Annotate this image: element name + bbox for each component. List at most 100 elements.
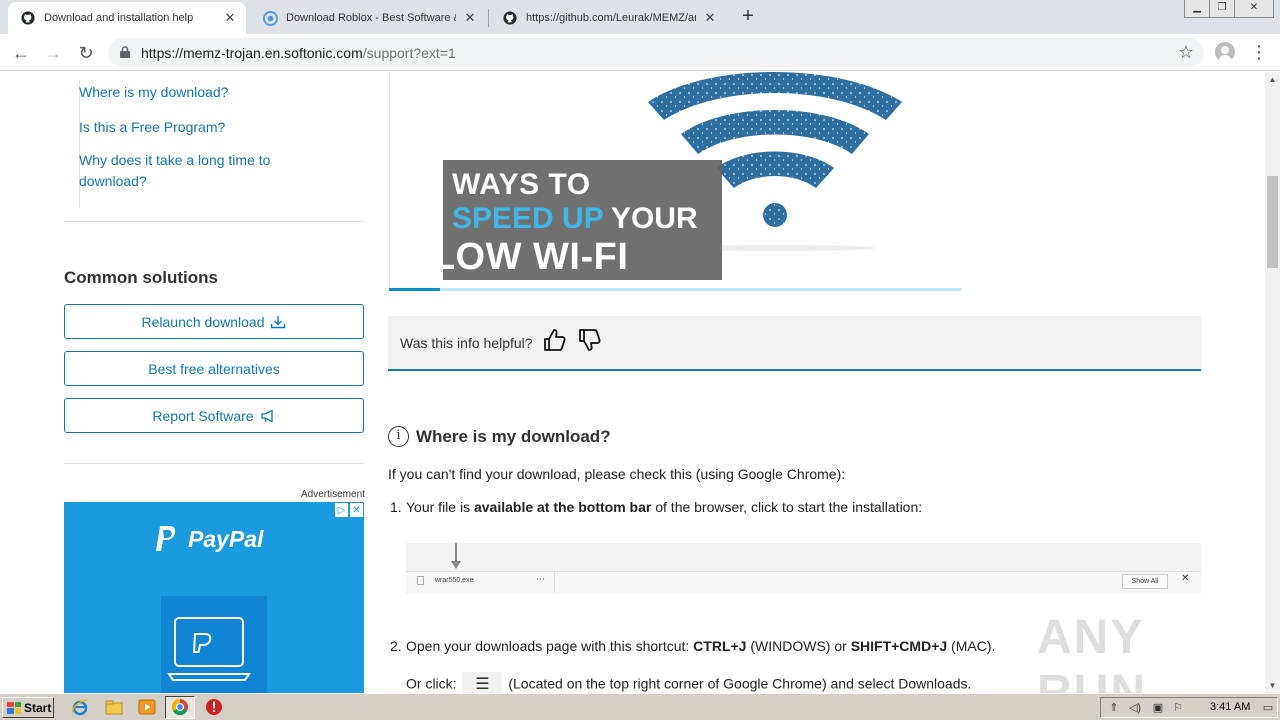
- reload-icon[interactable]: ↻: [75, 42, 97, 64]
- tab-close-icon[interactable]: ✕: [702, 10, 718, 26]
- step-2b-text: Or click: ☰ (Located on the top right co…: [406, 672, 971, 693]
- paypal-logo: PayPal: [154, 525, 263, 553]
- megaphone-icon: [260, 408, 273, 423]
- advertisement-label: Advertisement: [301, 489, 365, 500]
- sidebar-link-free-program[interactable]: Is this a Free Program?: [79, 117, 225, 138]
- relaunch-download-button[interactable]: Relaunch download: [64, 304, 364, 339]
- info-icon: i: [388, 426, 409, 447]
- video-progress-fill: [389, 288, 441, 291]
- start-button[interactable]: Start: [2, 697, 54, 718]
- download-strip: [406, 571, 1201, 594]
- report-software-button[interactable]: Report Software: [64, 398, 364, 433]
- divider: [64, 221, 364, 222]
- bookmark-star-icon[interactable]: ☆: [1178, 42, 1194, 63]
- close-icon: ✕: [1181, 573, 1190, 584]
- step-1-number: 1.: [390, 499, 402, 515]
- tab-download-roblox[interactable]: Download Roblox - Best Software & ✕: [250, 2, 486, 34]
- video-thumbnail[interactable]: WAYS TO SPEED UP YOUR SLOW WI-FI: [389, 72, 961, 290]
- divider: [64, 463, 364, 464]
- profile-avatar[interactable]: [1215, 42, 1235, 62]
- url-text: https://memz-trojan.en.softonic.com/supp…: [141, 45, 456, 61]
- menu-dots-icon[interactable]: ⋮: [1250, 41, 1268, 63]
- tab-separator: [488, 9, 489, 27]
- page-content: Where is my download? Is this a Free Pro…: [0, 72, 1265, 693]
- chrome-icon[interactable]: [171, 698, 189, 716]
- hero-line-1: WAYS TO: [452, 168, 591, 201]
- adchoices-icon[interactable]: ▷ ✕: [334, 502, 364, 518]
- github-icon: [20, 10, 36, 26]
- thumbs-up-icon[interactable]: [542, 327, 568, 353]
- internet-explorer-icon[interactable]: [71, 698, 89, 716]
- taskbar-clock: 3:41 AM: [1210, 701, 1251, 713]
- sidebar-link-where-download[interactable]: Where is my download?: [79, 82, 228, 103]
- common-solutions-heading: Common solutions: [64, 268, 218, 287]
- step-2-key-mac: SHIFT+CMD+J: [850, 638, 948, 654]
- relaunch-label: Relaunch download: [141, 313, 265, 330]
- address-bar[interactable]: https://memz-trojan.en.softonic.com/supp…: [108, 38, 1204, 67]
- anyrun-watermark: ANY RUN: [1037, 611, 1147, 693]
- start-label: Start: [24, 700, 52, 715]
- url-host: https://memz-trojan.en.softonic.com: [141, 45, 363, 61]
- toolbar: ← → ↻ https://memz-trojan.en.softonic.co…: [0, 34, 1280, 71]
- helpful-feedback: Was this info helpful?: [388, 316, 1201, 371]
- section-heading: i Where is my download?: [388, 426, 611, 447]
- step-1-pre: Your file is: [406, 499, 474, 515]
- tab-github-memz[interactable]: https://github.com/Leurak/MEMZ/ar ✕: [490, 2, 726, 34]
- taskbar: Start ⇑ ◁) ▣ ⚐ 3:41 AM ▭: [0, 693, 1280, 720]
- step-2-number: 2.: [390, 638, 402, 654]
- tab-close-icon[interactable]: ✕: [462, 10, 478, 26]
- forward-arrow-icon[interactable]: →: [42, 42, 64, 64]
- show-all-button: Show All: [1122, 574, 1168, 589]
- step-2b-pre: Or click:: [406, 675, 461, 692]
- media-player-icon[interactable]: [138, 698, 156, 716]
- section-intro: If you can't find your download, please …: [388, 466, 846, 482]
- tab-download-help[interactable]: Download and installation help ✕: [8, 2, 246, 34]
- report-label: Report Software: [152, 407, 254, 424]
- alternatives-label: Best free alternatives: [148, 360, 280, 377]
- stop-warning-icon[interactable]: [205, 698, 223, 716]
- scroll-up-icon[interactable]: ▲: [1265, 72, 1280, 87]
- step-2-text: Open your downloads page with this short…: [406, 638, 995, 654]
- vertical-scrollbar[interactable]: ▲ ▼: [1265, 72, 1280, 693]
- paypal-mark-icon: [156, 526, 176, 551]
- windows-logo-icon: [7, 701, 21, 714]
- paypal-ad[interactable]: ▷ ✕ PayPal: [64, 502, 364, 693]
- file-explorer-icon[interactable]: [105, 698, 123, 716]
- step-2b-post: (Located on the top right corner of Goog…: [504, 675, 972, 692]
- back-arrow-icon[interactable]: ←: [10, 42, 32, 64]
- strip-separator: [554, 572, 555, 593]
- minimize-button[interactable]: ▁: [1184, 0, 1210, 18]
- new-tab-button[interactable]: +: [738, 6, 758, 26]
- tab-title: Download and installation help: [44, 12, 194, 24]
- tab-strip: Download and installation help ✕ Downloa…: [0, 0, 1280, 34]
- step-1-post: of the browser, click to start the insta…: [651, 499, 923, 515]
- helpful-question: Was this info helpful?: [400, 335, 533, 351]
- file-icon: [417, 576, 424, 585]
- volume-icon[interactable]: ◁): [1128, 701, 1142, 715]
- tab-close-icon[interactable]: ✕: [222, 10, 238, 26]
- show-desktop-icon[interactable]: ▭: [1261, 701, 1275, 715]
- scroll-down-icon[interactable]: ▼: [1265, 678, 1280, 693]
- sidebar-link-long-time-2[interactable]: download?: [79, 171, 147, 192]
- video-progress-bar[interactable]: [389, 288, 961, 291]
- close-window-button[interactable]: ✕: [1234, 0, 1274, 18]
- scroll-thumb[interactable]: [1267, 176, 1278, 268]
- download-filename: wrar550.exe: [435, 577, 474, 584]
- github-icon: [502, 10, 518, 26]
- tray-expand-icon[interactable]: ⇑: [1107, 701, 1121, 715]
- network-icon[interactable]: ▣: [1151, 701, 1165, 715]
- action-center-flag-icon[interactable]: ⚐: [1171, 701, 1185, 715]
- step-2-pre: Open your downloads page with this short…: [406, 638, 694, 654]
- best-free-alternatives-button[interactable]: Best free alternatives: [64, 351, 364, 386]
- sidebar-link-long-time[interactable]: Why does it take a long time to: [79, 150, 270, 171]
- hero-line-2-rest: YOUR: [603, 202, 698, 235]
- thumbs-down-icon[interactable]: [577, 327, 603, 353]
- softonic-icon: [262, 10, 278, 26]
- tab-title: Download Roblox - Best Software &: [286, 12, 456, 24]
- pointer-arrowhead: [451, 561, 461, 569]
- restore-button[interactable]: ❐: [1209, 0, 1235, 18]
- tab-title: https://github.com/Leurak/MEMZ/ar: [526, 12, 696, 24]
- laptop-graphic: [161, 596, 267, 693]
- step-1-text: Your file is available at the bottom bar…: [406, 499, 922, 515]
- paypal-brand: PayPal: [188, 525, 264, 552]
